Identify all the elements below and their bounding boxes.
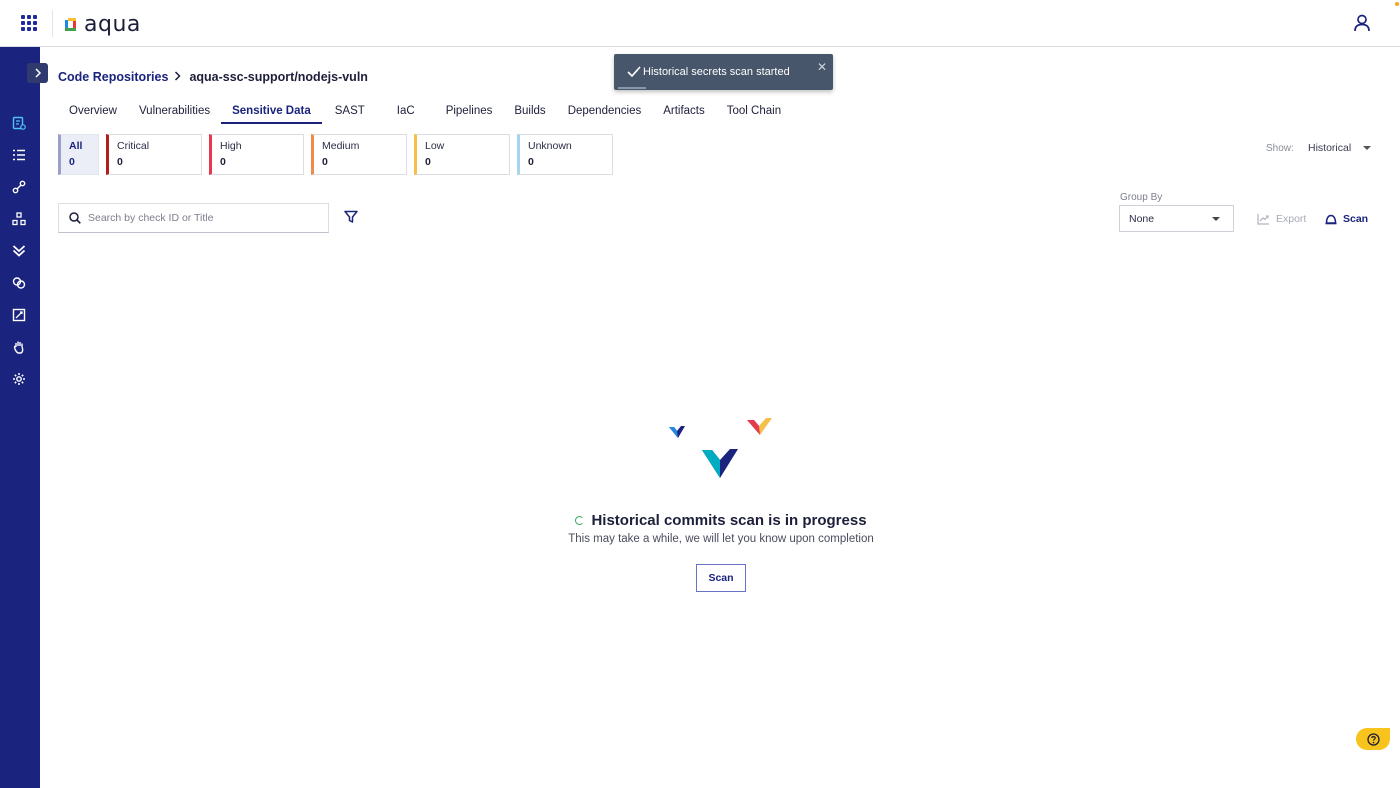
filter-icon[interactable]	[343, 210, 359, 224]
scan-now-button[interactable]: Scan	[696, 564, 746, 592]
tab-dependencies[interactable]: Dependencies	[557, 100, 653, 124]
severity-card-critical[interactable]: Critical 0	[106, 134, 202, 175]
toast-progress-bar	[618, 87, 646, 89]
scan-progress-subtitle: This may take a while, we will let you k…	[568, 533, 874, 545]
dependencies-icon[interactable]	[12, 212, 26, 226]
search-input[interactable]	[88, 212, 308, 224]
severity-count: 0	[117, 156, 123, 168]
severity-card-low[interactable]: Low 0	[414, 134, 510, 175]
severity-count: 0	[322, 156, 328, 168]
sidebar	[0, 47, 48, 788]
severity-count: 0	[425, 156, 431, 168]
pipeline-icon[interactable]	[12, 180, 26, 194]
question-icon	[1366, 732, 1380, 746]
list-icon[interactable]	[12, 148, 26, 162]
scan-icon	[1325, 214, 1337, 224]
tab-bar: Overview Vulnerabilities Sensitive Data …	[58, 100, 792, 124]
severity-label: All	[69, 140, 83, 152]
hand-stop-icon[interactable]	[12, 340, 26, 354]
scan-button[interactable]: Scan	[1325, 213, 1368, 225]
chevron-right-icon	[34, 68, 41, 78]
group-by-value: None	[1129, 213, 1155, 225]
sidebar-expand-button[interactable]	[27, 63, 48, 83]
severity-label: Critical	[117, 140, 150, 152]
toast-notification: Historical secrets scan started ✕	[614, 54, 833, 90]
shield-chevron-icon[interactable]	[12, 244, 26, 258]
chevron-right-icon	[174, 69, 181, 84]
notification-dot	[1395, 2, 1399, 6]
integrations-icon[interactable]	[12, 276, 26, 290]
apps-grid-icon[interactable]	[21, 15, 37, 31]
scan-progress-title-text: Historical commits scan is in progress	[591, 512, 867, 529]
severity-card-unknown[interactable]: Unknown 0	[517, 134, 613, 175]
severity-count: 0	[69, 156, 75, 168]
tab-iac[interactable]: IaC	[386, 100, 435, 124]
aqua-logo-icon	[65, 18, 76, 31]
settings-gear-icon[interactable]	[12, 372, 26, 386]
breadcrumb-current-repo: aqua-ssc-support/nodejs-vuln	[189, 69, 368, 84]
show-label: Show:	[1266, 143, 1294, 154]
group-by-select[interactable]: None	[1119, 205, 1234, 232]
caret-down-icon	[1212, 217, 1220, 221]
scan-illustration	[669, 418, 772, 478]
search-box	[58, 203, 329, 233]
severity-label: Low	[425, 140, 445, 152]
severity-card-all[interactable]: All 0	[58, 134, 99, 175]
severity-label: High	[220, 140, 242, 152]
show-dropdown[interactable]: Historical	[1308, 142, 1351, 154]
caret-down-icon[interactable]	[1363, 146, 1371, 150]
user-profile-icon[interactable]	[1352, 13, 1372, 33]
search-icon	[69, 212, 81, 224]
scan-label: Scan	[1343, 213, 1369, 225]
aqua-logo[interactable]: aqua	[64, 12, 141, 38]
divider	[52, 10, 53, 37]
severity-count: 0	[220, 156, 226, 168]
breadcrumb: Code Repositories aqua-ssc-support/nodej…	[58, 69, 368, 84]
scan-progress-title: Historical commits scan is in progress	[0, 512, 1400, 529]
export-label: Export	[1276, 213, 1307, 225]
group-by-label: Group By	[1120, 192, 1163, 203]
help-button[interactable]	[1356, 728, 1390, 750]
toast-close-icon[interactable]: ✕	[817, 61, 827, 73]
tab-overview[interactable]: Overview	[58, 100, 128, 124]
toast-message: Historical secrets scan started	[643, 66, 790, 78]
tab-artifacts[interactable]: Artifacts	[652, 100, 716, 124]
tab-pipelines[interactable]: Pipelines	[435, 100, 504, 124]
tab-vulnerabilities[interactable]: Vulnerabilities	[128, 100, 221, 124]
top-bar: aqua	[0, 0, 1400, 47]
severity-card-high[interactable]: High 0	[209, 134, 304, 175]
severity-label: Medium	[322, 140, 360, 152]
checkmark-icon	[627, 66, 641, 77]
severity-count: 0	[528, 156, 534, 168]
tab-tool-chain[interactable]: Tool Chain	[716, 100, 792, 124]
code-repositories-icon[interactable]	[12, 116, 26, 130]
loading-spinner-icon	[575, 516, 585, 525]
export-button[interactable]: Export	[1257, 213, 1306, 225]
severity-label: Unknown	[528, 140, 572, 152]
tab-sast[interactable]: SAST	[322, 100, 386, 124]
tab-sensitive-data[interactable]: Sensitive Data	[221, 100, 322, 124]
logo-text: aqua	[84, 11, 141, 37]
reports-icon[interactable]	[12, 308, 26, 322]
export-icon	[1257, 214, 1269, 225]
severity-card-medium[interactable]: Medium 0	[311, 134, 407, 175]
tab-builds[interactable]: Builds	[503, 100, 556, 124]
breadcrumb-code-repositories[interactable]: Code Repositories	[58, 70, 168, 84]
